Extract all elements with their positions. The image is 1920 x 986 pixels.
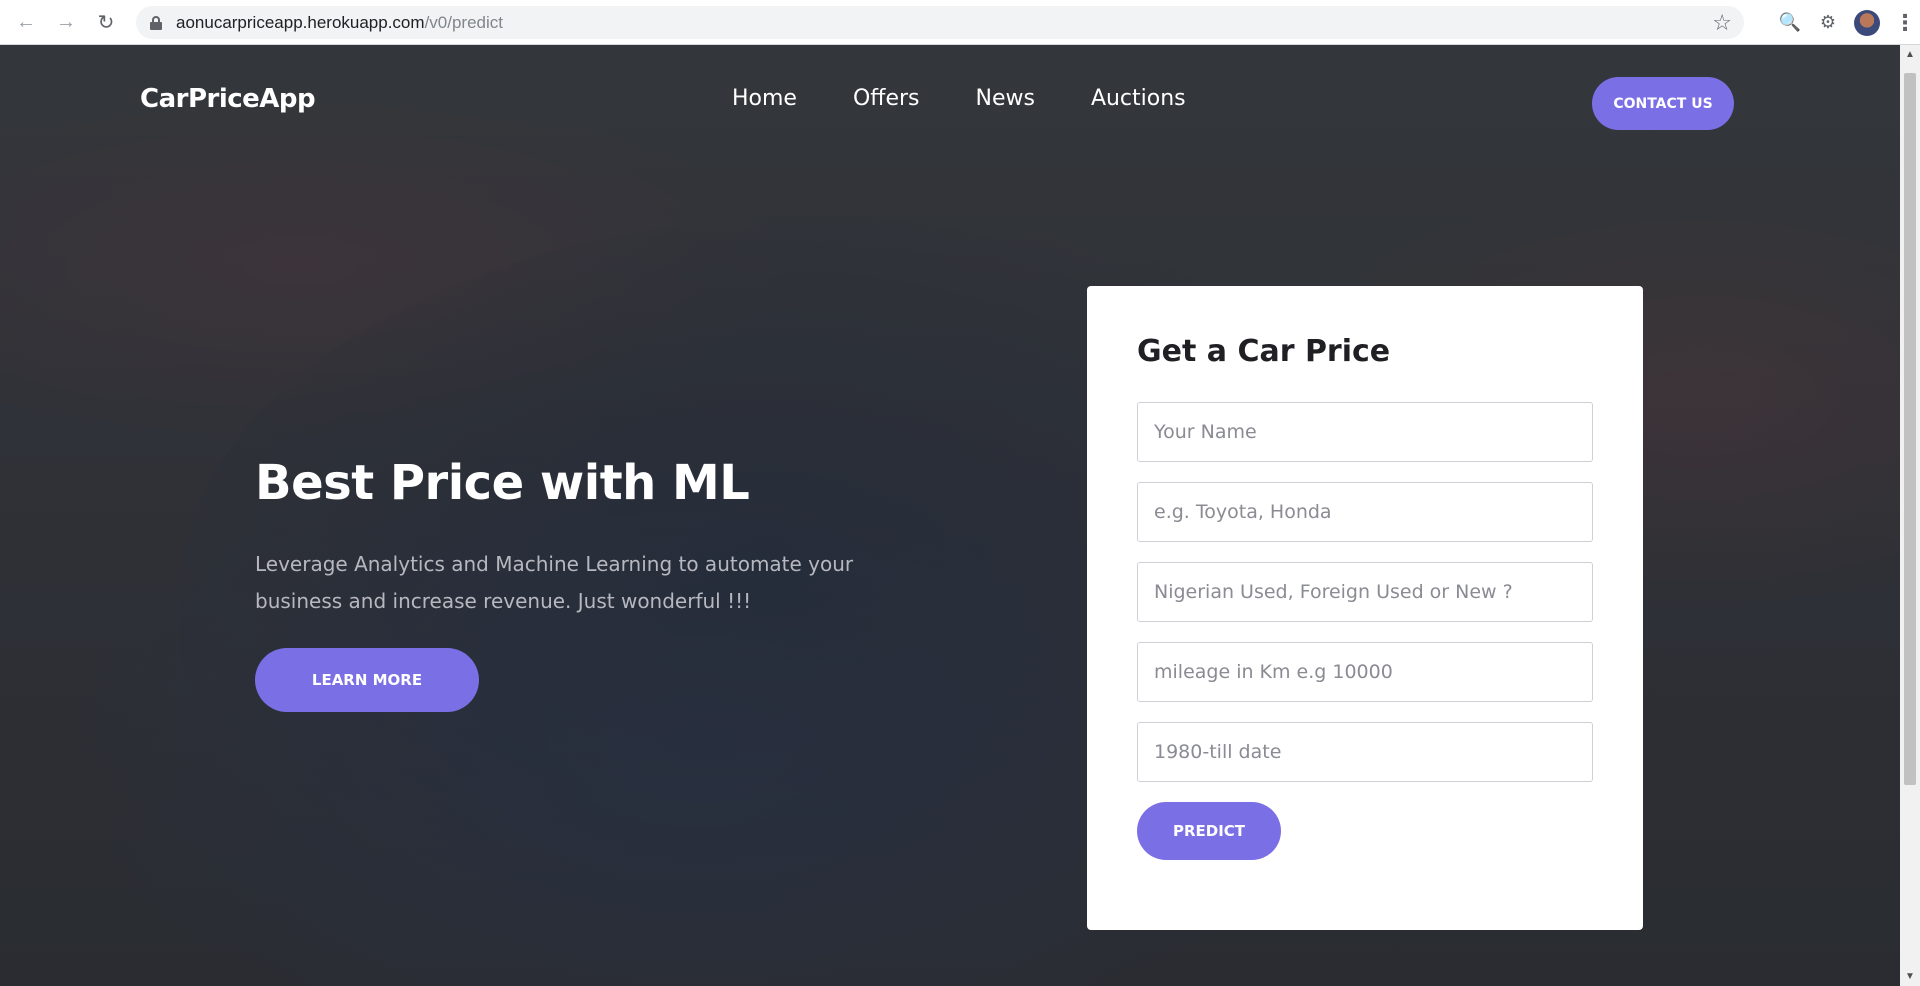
forward-arrow-icon[interactable]: → [46, 0, 86, 45]
url-path: /v0/predict [424, 12, 503, 32]
lock-icon[interactable] [150, 15, 162, 30]
scroll-down-icon[interactable]: ▼ [1905, 971, 1915, 982]
url-host: aonucarpriceapp.herokuapp.com [176, 12, 425, 32]
condition-input[interactable] [1137, 562, 1593, 622]
nav-auctions[interactable]: Auctions [1091, 86, 1186, 111]
back-arrow-icon[interactable]: ← [6, 0, 46, 45]
search-extension-icon[interactable]: 🔍 [1778, 11, 1802, 35]
nav-offers[interactable]: Offers [853, 86, 920, 111]
hero-title: Best Price with ML [255, 455, 750, 511]
form-title: Get a Car Price [1137, 334, 1391, 369]
scrollbar-thumb[interactable] [1904, 73, 1916, 785]
contact-us-button[interactable]: CONTACT US [1592, 77, 1734, 130]
mileage-input[interactable] [1137, 642, 1593, 702]
name-input[interactable] [1137, 402, 1593, 462]
nav-news[interactable]: News [975, 86, 1034, 111]
scroll-up-icon[interactable]: ▲ [1905, 49, 1915, 60]
main-nav: Home Offers News Auctions [732, 86, 1186, 111]
extension-area: 🔍 ⚙ ⋮ [1778, 0, 1920, 45]
address-bar[interactable]: aonucarpriceapp.herokuapp.com/v0/predict… [136, 6, 1744, 39]
year-input[interactable] [1137, 722, 1593, 782]
reload-icon[interactable]: ↻ [86, 0, 126, 45]
make-input[interactable] [1137, 482, 1593, 542]
hero-subtitle: Leverage Analytics and Machine Learning … [255, 552, 854, 613]
star-icon[interactable]: ☆ [1712, 10, 1732, 36]
price-form-card: Get a Car Price PREDICT [1087, 286, 1643, 930]
nav-home[interactable]: Home [732, 86, 797, 111]
browser-toolbar: ← → ↻ aonucarpriceapp.herokuapp.com/v0/p… [0, 0, 1920, 45]
puzzle-icon[interactable]: ⚙ [1816, 11, 1840, 35]
predict-button[interactable]: PREDICT [1137, 802, 1281, 860]
learn-more-button[interactable]: LEARN MORE [255, 648, 479, 712]
site-logo[interactable]: CarPriceApp [140, 84, 316, 114]
page-scrollbar[interactable]: ▲ ▼ [1900, 45, 1920, 986]
avatar[interactable] [1854, 9, 1880, 36]
menu-dots-icon[interactable]: ⋮ [1894, 10, 1916, 36]
